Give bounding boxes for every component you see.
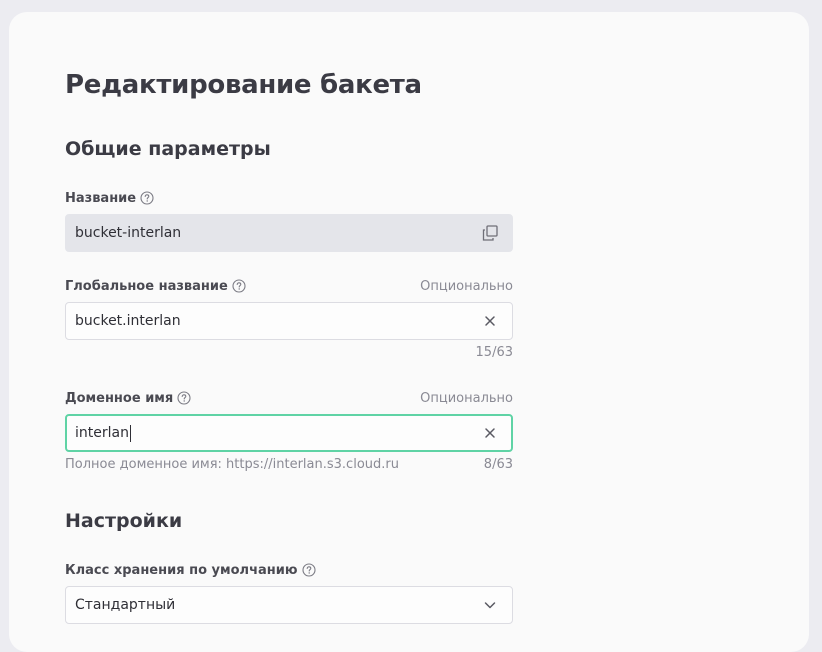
global-name-hint-row: 15/63 bbox=[65, 345, 513, 361]
chevron-down-icon[interactable] bbox=[480, 595, 500, 615]
storage-class-select[interactable]: Стандартный bbox=[65, 586, 513, 624]
global-name-field: Глобальное название Опционально bucket.i… bbox=[65, 276, 513, 361]
name-label-row: Название bbox=[65, 188, 513, 208]
section-title-settings: Настройки bbox=[65, 510, 183, 532]
section-title-general: Общие параметры bbox=[65, 138, 271, 160]
domain-name-hint-row: Полное доменное имя: https://interlan.s3… bbox=[65, 457, 513, 473]
domain-name-optional: Опционально bbox=[420, 390, 513, 406]
edit-bucket-panel: Редактирование бакета Общие параметры На… bbox=[9, 12, 809, 652]
global-name-optional: Опционально bbox=[420, 278, 513, 294]
storage-class-label: Класс хранения по умолчанию bbox=[65, 562, 298, 578]
global-name-label: Глобальное название bbox=[65, 278, 228, 294]
domain-name-value: interlan bbox=[75, 425, 129, 441]
help-icon[interactable] bbox=[232, 279, 246, 293]
clear-icon[interactable] bbox=[480, 423, 500, 443]
domain-name-label: Доменное имя bbox=[65, 390, 174, 406]
domain-name-counter: 8/63 bbox=[483, 457, 513, 472]
text-caret bbox=[129, 424, 131, 442]
global-name-value: bucket.interlan bbox=[75, 313, 181, 329]
domain-name-hint: Полное доменное имя: https://interlan.s3… bbox=[65, 457, 399, 472]
storage-class-label-row: Класс хранения по умолчанию bbox=[65, 560, 513, 580]
help-icon[interactable] bbox=[177, 391, 191, 405]
domain-name-value-wrap: interlan bbox=[75, 424, 480, 442]
global-name-input[interactable]: bucket.interlan bbox=[65, 302, 513, 340]
domain-name-label-row: Доменное имя Опционально bbox=[65, 388, 513, 408]
name-label: Название bbox=[65, 190, 137, 206]
storage-class-label-group: Класс хранения по умолчанию bbox=[65, 563, 316, 578]
help-icon[interactable] bbox=[140, 191, 154, 205]
page-title: Редактирование бакета bbox=[65, 70, 422, 100]
name-label-group: Название bbox=[65, 191, 154, 206]
storage-class-value: Стандартный bbox=[75, 597, 176, 613]
domain-name-field: Доменное имя Опционально interlan Полное… bbox=[65, 388, 513, 473]
global-name-label-group: Глобальное название bbox=[65, 279, 246, 294]
global-name-label-row: Глобальное название Опционально bbox=[65, 276, 513, 296]
name-input[interactable]: bucket-interlan bbox=[65, 214, 513, 252]
help-icon[interactable] bbox=[301, 563, 316, 577]
storage-class-field: Класс хранения по умолчанию Стандартный bbox=[65, 560, 513, 624]
copy-icon[interactable] bbox=[480, 223, 500, 243]
domain-name-input[interactable]: interlan bbox=[65, 414, 513, 452]
name-value: bucket-interlan bbox=[75, 225, 182, 241]
clear-icon[interactable] bbox=[480, 311, 500, 331]
global-name-counter: 15/63 bbox=[475, 345, 513, 360]
name-field: Название bucket-interlan bbox=[65, 188, 513, 252]
domain-name-label-group: Доменное имя bbox=[65, 391, 191, 406]
